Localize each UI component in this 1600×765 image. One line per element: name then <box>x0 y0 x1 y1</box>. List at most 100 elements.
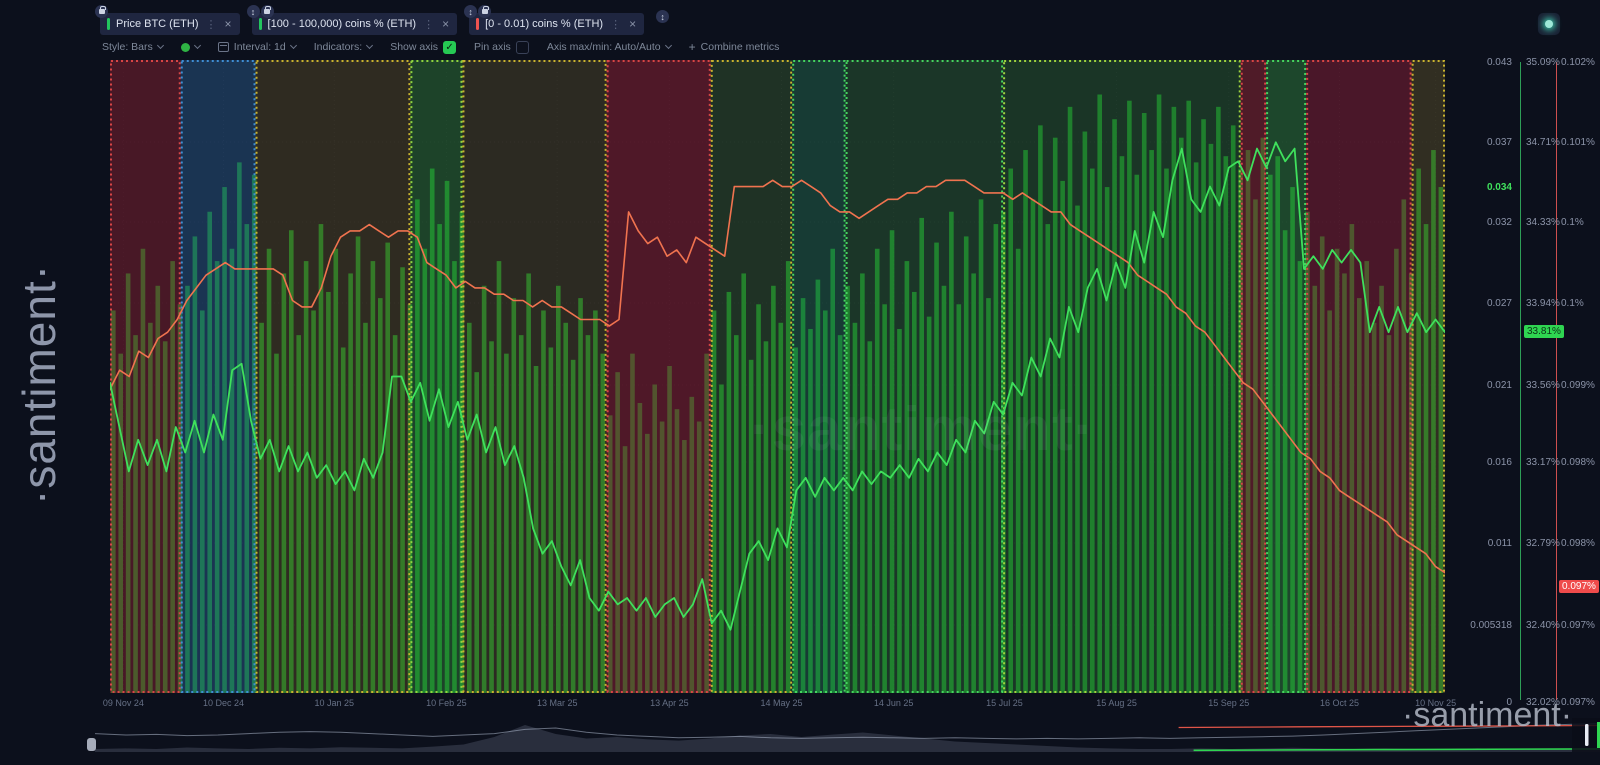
navigator-drag-handle[interactable] <box>1585 724 1589 746</box>
series-color-dropdown[interactable] <box>181 43 200 52</box>
date-label: 10 Nov 25 <box>1415 698 1456 708</box>
tab-menu-icon[interactable]: ⋮ <box>422 18 435 31</box>
navigator-canvas[interactable] <box>95 718 1600 752</box>
axis-tick-green: 34.33% <box>1526 217 1560 228</box>
lock-icon[interactable] <box>95 5 108 18</box>
chevron-down-icon <box>290 42 297 49</box>
axis-tick-red: 0.102% <box>1561 57 1595 68</box>
tab-close-icon[interactable]: × <box>441 17 450 31</box>
axis-tick-left: 0.005318 <box>1450 620 1512 631</box>
tab-label: [0 - 0.01) coins % (ETH) <box>485 18 603 30</box>
plus-icon: + <box>689 40 696 54</box>
panel-grip-handle[interactable] <box>87 738 96 751</box>
series-color-dot-icon <box>181 43 190 52</box>
chevron-down-icon <box>194 42 201 49</box>
axis-tick-left: 0.027 <box>1450 298 1512 309</box>
chart-plot-area[interactable]: ·santiment· <box>110 60 1445 693</box>
tab-label: [100 - 100,000) coins % (ETH) <box>268 18 417 30</box>
interval-label: Interval: 1d <box>234 41 286 53</box>
interval-icon <box>218 42 229 52</box>
tab-close-icon[interactable]: × <box>628 17 637 31</box>
metric-tabs: Price BTC (ETH) ⋮ × ↕ [100 - 100,000) coins … <box>100 13 669 35</box>
date-label: 15 Jul 25 <box>986 698 1023 708</box>
axis-tick-left: 0 <box>1450 697 1512 708</box>
axis-tick-green: 35.09% <box>1526 57 1560 68</box>
reorder-icon[interactable]: ↕ <box>464 5 477 18</box>
axis-tick-red: 0.1% <box>1561 298 1584 309</box>
date-label: 10 Feb 25 <box>426 698 467 708</box>
tab-color-bar <box>476 18 479 30</box>
axis-tick-left: 0.011 <box>1450 538 1512 549</box>
tab-close-icon[interactable]: × <box>224 17 233 31</box>
combine-metrics-button[interactable]: + Combine metrics <box>689 40 780 54</box>
x-axis-dates: 09 Nov 2410 Dec 2410 Jan 2510 Feb 2513 M… <box>110 698 1445 712</box>
interval-dropdown[interactable]: Interval: 1d <box>218 41 296 53</box>
style-dropdown[interactable]: Style: Bars <box>102 41 163 53</box>
axis-tick-green: 33.17% <box>1526 457 1560 468</box>
axis-tick-green: 33.94% <box>1526 298 1560 309</box>
lock-glyph-icon <box>264 9 270 14</box>
lock-icon[interactable] <box>478 5 491 18</box>
axis-maxmin-dropdown[interactable]: Axis max/min: Auto/Auto <box>547 41 671 53</box>
axis-current-value-badge: 33.81% <box>1524 325 1564 338</box>
date-label: 15 Aug 25 <box>1096 698 1137 708</box>
chart-toolbar: Style: Bars Interval: 1d Indicators: Sho… <box>102 40 779 54</box>
axis-tick-green: 32.02% <box>1526 697 1560 708</box>
tab-metric-2[interactable]: ↕[0 - 0.01) coins % (ETH)⋮× <box>469 13 644 35</box>
axis-tick-red: 0.098% <box>1561 538 1595 549</box>
date-label: 14 May 25 <box>760 698 802 708</box>
date-label: 13 Mar 25 <box>537 698 578 708</box>
show-axis-toggle[interactable]: Show axis ✓ <box>390 41 456 54</box>
axis-tick-red: 0.097% <box>1561 697 1595 708</box>
pin-axis-label: Pin axis <box>474 41 511 53</box>
tab-icon-cluster: ↕ <box>247 5 274 18</box>
chevron-down-icon <box>366 42 373 49</box>
lock-glyph-icon <box>99 9 105 14</box>
date-label: 10 Dec 24 <box>203 698 244 708</box>
date-label: 15 Sep 25 <box>1208 698 1249 708</box>
axis-current-value-badge: 0.097% <box>1559 580 1599 593</box>
indicators-dropdown[interactable]: Indicators: <box>314 41 372 53</box>
axis-tick-red: 0.099% <box>1561 380 1595 391</box>
tab-color-bar <box>107 18 110 30</box>
axis-tick-red: 0.1% <box>1561 217 1584 228</box>
show-axis-checkbox[interactable]: ✓ <box>443 41 456 54</box>
green-axis-line <box>1520 62 1521 700</box>
reorder-icon[interactable]: ↕ <box>247 5 260 18</box>
axis-tick-left: 0.016 <box>1450 457 1512 468</box>
show-axis-label: Show axis <box>390 41 438 53</box>
axis-tick-red: 0.101% <box>1561 137 1595 148</box>
axis-tick-green: 34.71% <box>1526 137 1560 148</box>
tab-icon-cluster <box>95 5 108 18</box>
date-label: 09 Nov 24 <box>103 698 144 708</box>
axis-tick-left: 0.037 <box>1450 137 1512 148</box>
tab-icon-cluster: ↕ <box>464 5 491 18</box>
santiment-chart-screen: ·santiment· Price BTC (ETH) ⋮ × ↕ [100 - 100… <box>0 0 1600 765</box>
axis-maxmin-label: Axis max/min: Auto/Auto <box>547 41 661 53</box>
tab-metric-0[interactable]: Price BTC (ETH) ⋮ × <box>100 13 240 35</box>
tab-label: Price BTC (ETH) <box>116 18 199 30</box>
lock-icon[interactable] <box>261 5 274 18</box>
reorder-icon[interactable]: ↕ <box>656 10 669 23</box>
axis-tick-red: 0.097% <box>1561 620 1595 631</box>
axis-tick-green: 33.56% <box>1526 380 1560 391</box>
axis-tick-green: 32.40% <box>1526 620 1560 631</box>
date-label: 13 Apr 25 <box>650 698 689 708</box>
date-label: 14 Jun 25 <box>874 698 914 708</box>
right-axis-panel: 0.04335.09%0.102%0.03734.71%0.101%0.0323… <box>1450 0 1600 765</box>
pin-axis-checkbox[interactable] <box>516 41 529 54</box>
indicators-label: Indicators: <box>314 41 362 53</box>
tab-menu-icon[interactable]: ⋮ <box>609 18 622 31</box>
axis-tick-left: 0.021 <box>1450 380 1512 391</box>
tab-menu-icon[interactable]: ⋮ <box>205 18 218 31</box>
combine-metrics-label: Combine metrics <box>701 41 780 53</box>
pin-axis-toggle[interactable]: Pin axis <box>474 41 529 54</box>
timeline-navigator[interactable] <box>95 718 1600 752</box>
axis-current-value-badge: 0.034 <box>1450 181 1512 194</box>
chevron-down-icon <box>157 42 164 49</box>
left-sidebar: ·santiment· <box>0 0 90 765</box>
axis-tick-red: 0.098% <box>1561 457 1595 468</box>
tab-metric-1[interactable]: ↕[100 - 100,000) coins % (ETH)⋮× <box>252 13 458 35</box>
date-label: 16 Oct 25 <box>1320 698 1359 708</box>
chart-canvas[interactable] <box>110 60 1445 693</box>
